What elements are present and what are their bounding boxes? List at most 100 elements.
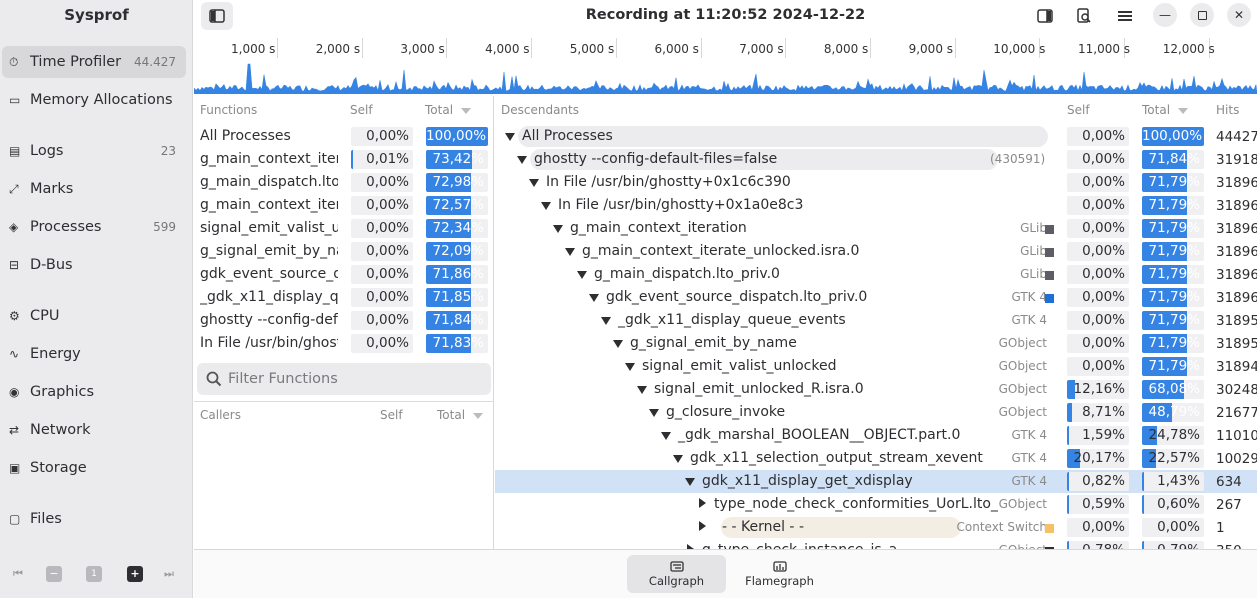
descendant-row[interactable]: ghostty --config-default-files=false (430… (495, 148, 1257, 171)
zoom-in-button[interactable]: + (127, 566, 143, 582)
function-total-value: 71,84% (432, 312, 484, 328)
function-row[interactable]: g_signal_emit_by_name 0,00% 72,09% (194, 240, 494, 263)
descendant-row[interactable]: In File /usr/bin/ghostty+0x1a0e8c3 0,00% 7… (495, 194, 1257, 217)
expander-closed-icon[interactable] (699, 521, 706, 531)
descendant-name: signal_emit_unlocked_R.isra.0 (654, 381, 864, 397)
expander-open-icon[interactable] (553, 225, 563, 233)
descendant-row[interactable]: g_main_context_iteration GLib 0,00% 71,79% 3… (495, 217, 1257, 240)
expander-open-icon[interactable] (649, 409, 659, 417)
sidebar-item-label: Energy (30, 346, 81, 362)
expander-open-icon[interactable] (673, 455, 683, 463)
library-color-swatch (1045, 225, 1054, 234)
filter-functions-input[interactable] (228, 371, 478, 387)
sidebar-item-files[interactable]: ▢ Files (2, 503, 186, 535)
sidebar-item-processes[interactable]: ◈ Processes 599 (2, 211, 186, 243)
functions-total-header[interactable]: Total (425, 103, 472, 117)
sidebar-item-storage[interactable]: ▣ Storage (2, 452, 186, 484)
functions-self-header[interactable]: Self (350, 103, 373, 117)
descendant-row[interactable]: signal_emit_valist_unlocked GObject 0,00% 7… (495, 355, 1257, 378)
descendants-self-header[interactable]: Self (1067, 103, 1090, 117)
expander-open-icon[interactable] (601, 317, 611, 325)
inspect-button[interactable] (1068, 2, 1100, 30)
function-row[interactable]: In File /usr/bin/ghostty 0,00% 71,83% (194, 332, 494, 355)
sidebar-item-marks[interactable]: ⤢ Marks (2, 173, 186, 205)
expander-open-icon[interactable] (517, 156, 527, 164)
descendants-hits-header[interactable]: Hits (1216, 103, 1239, 117)
descendant-row[interactable]: gdk_x11_selection_output_stream_xevent GT… (495, 447, 1257, 470)
descendant-row[interactable]: gdk_event_source_dispatch.lto_priv.0 GTK … (495, 286, 1257, 309)
expander-open-icon[interactable] (589, 294, 599, 302)
timeline-chart[interactable]: 1,000 s 2,000 s 3,000 s 4,000 s 5,000 s 6,000… (194, 32, 1257, 94)
descendant-row[interactable]: g_main_context_iterate_unlocked.isra.0 GL… (495, 240, 1257, 263)
sidebar-item-graphics[interactable]: ◉ Graphics (2, 376, 186, 408)
sidebar-item-logs[interactable]: ▤ Logs 23 (2, 135, 186, 167)
filter-functions-field[interactable] (197, 363, 491, 395)
descendant-row[interactable]: gdk_x11_display_get_xdisplay GTK 4 0,82% 1,… (495, 470, 1257, 493)
function-row[interactable]: All Processes 0,00% 100,00% (194, 125, 494, 148)
function-self-value: 0,00% (366, 220, 409, 236)
expander-open-icon[interactable] (625, 363, 635, 371)
function-row[interactable]: g_main_context_iterate_unlocked 0,00% 72,5… (194, 194, 494, 217)
flamegraph-tab[interactable]: Flamegraph (730, 555, 829, 593)
callers-total-header[interactable]: Total (437, 408, 484, 422)
toggle-details-button[interactable] (1029, 2, 1061, 30)
function-total: 71,83% (426, 334, 488, 353)
descendant-total: 100,00% (1142, 127, 1204, 146)
function-row[interactable]: ghostty --config-default-files=false 0,00… (194, 309, 494, 332)
skip-back-icon[interactable]: ⏮ (10, 566, 26, 582)
expander-open-icon[interactable] (637, 386, 647, 394)
descendant-row[interactable]: signal_emit_unlocked_R.isra.0 GObject 12,1… (495, 378, 1257, 401)
descendant-name: In File /usr/bin/ghostty+0x1a0e8c3 (558, 197, 804, 213)
maximize-button[interactable] (1190, 3, 1214, 27)
expander-open-icon[interactable] (505, 133, 515, 141)
expander-open-icon[interactable] (529, 179, 539, 187)
callers-self-header[interactable]: Self (380, 408, 403, 422)
zoom-out-button[interactable]: − (46, 566, 62, 582)
toggle-sidebar-button[interactable] (201, 2, 233, 30)
descendants-total-header[interactable]: Total (1142, 103, 1189, 117)
descendant-row[interactable]: In File /usr/bin/ghostty+0x1c6c390 0,00% 7… (495, 171, 1257, 194)
descendant-self: 0,78% (1067, 541, 1129, 549)
function-row[interactable]: g_main_context_iterate 0,01% 73,42% (194, 148, 494, 171)
sidebar-item-label: Processes (30, 219, 102, 235)
descendant-row[interactable]: g_closure_invoke GObject 8,71% 48,79% 21677 (495, 401, 1257, 424)
expander-open-icon[interactable] (613, 340, 623, 348)
expander-open-icon[interactable] (565, 248, 575, 256)
descendant-self-value: 0,00% (1082, 312, 1125, 328)
descendant-row[interactable]: g_type_check_instance_is_aGObject0,78%0,… (495, 539, 1257, 549)
sidebar-item-cpu[interactable]: ⚙ CPU (2, 300, 186, 332)
function-row[interactable]: g_main_dispatch.lto_priv.0 0,00% 72,98% (194, 171, 494, 194)
sidebar-item-label: Network (30, 422, 91, 438)
function-total-value: 72,34% (432, 220, 484, 236)
descendant-row[interactable]: All Processes 0,00% 100,00% 44427 (495, 125, 1257, 148)
descendant-row[interactable]: _gdk_x11_display_queue_events GTK 4 0,00% 7… (495, 309, 1257, 332)
zoom-reset-button[interactable]: 1 (86, 566, 102, 582)
sidebar-item-d-bus[interactable]: ⊟ D-Bus (2, 249, 186, 281)
sidebar-item-network[interactable]: ⇄ Network (2, 414, 186, 446)
sidebar-item-energy[interactable]: ∿ Energy (2, 338, 186, 370)
minimize-button[interactable]: — (1153, 3, 1177, 27)
descendant-row[interactable]: g_main_dispatch.lto_priv.0 GLib 0,00% 71,79… (495, 263, 1257, 286)
callgraph-tab[interactable]: Callgraph (627, 555, 726, 593)
descendant-row[interactable]: _gdk_marshal_BOOLEAN__OBJECT.part.0 GTK 4… (495, 424, 1257, 447)
library-label: GObject (998, 405, 1047, 419)
sidebar-icon (209, 9, 225, 23)
library-label: GTK 4 (1011, 313, 1047, 327)
function-row[interactable]: gdk_event_source_dispatch 0,00% 71,86% (194, 263, 494, 286)
function-row[interactable]: signal_emit_valist_unlocked 0,00% 72,34% (194, 217, 494, 240)
function-row[interactable]: _gdk_x11_display_queue_events 0,00% 71,85% (194, 286, 494, 309)
main-menu-button[interactable] (1109, 2, 1141, 30)
close-button[interactable]: ✕ (1227, 3, 1251, 27)
descendant-self: 0,00% (1067, 173, 1129, 192)
skip-forward-icon[interactable]: ⏭ (161, 566, 177, 582)
expander-closed-icon[interactable] (699, 498, 706, 508)
descendant-row[interactable]: - - Kernel - - Context Switch 0,00% 0,00% 1 (495, 516, 1257, 539)
sidebar-item-memory-allocations[interactable]: ▭ Memory Allocations (2, 84, 186, 116)
expander-open-icon[interactable] (577, 271, 587, 279)
descendant-row[interactable]: g_signal_emit_by_name GObject 0,00% 71,79% 3… (495, 332, 1257, 355)
expander-open-icon[interactable] (541, 202, 551, 210)
sidebar-item-time-profiler[interactable]: ⏱ Time Profiler 44.427 (2, 46, 186, 78)
expander-open-icon[interactable] (685, 478, 695, 486)
expander-open-icon[interactable] (661, 432, 671, 440)
descendant-row[interactable]: type_node_check_conformities_UorL.lto_ GO… (495, 493, 1257, 516)
